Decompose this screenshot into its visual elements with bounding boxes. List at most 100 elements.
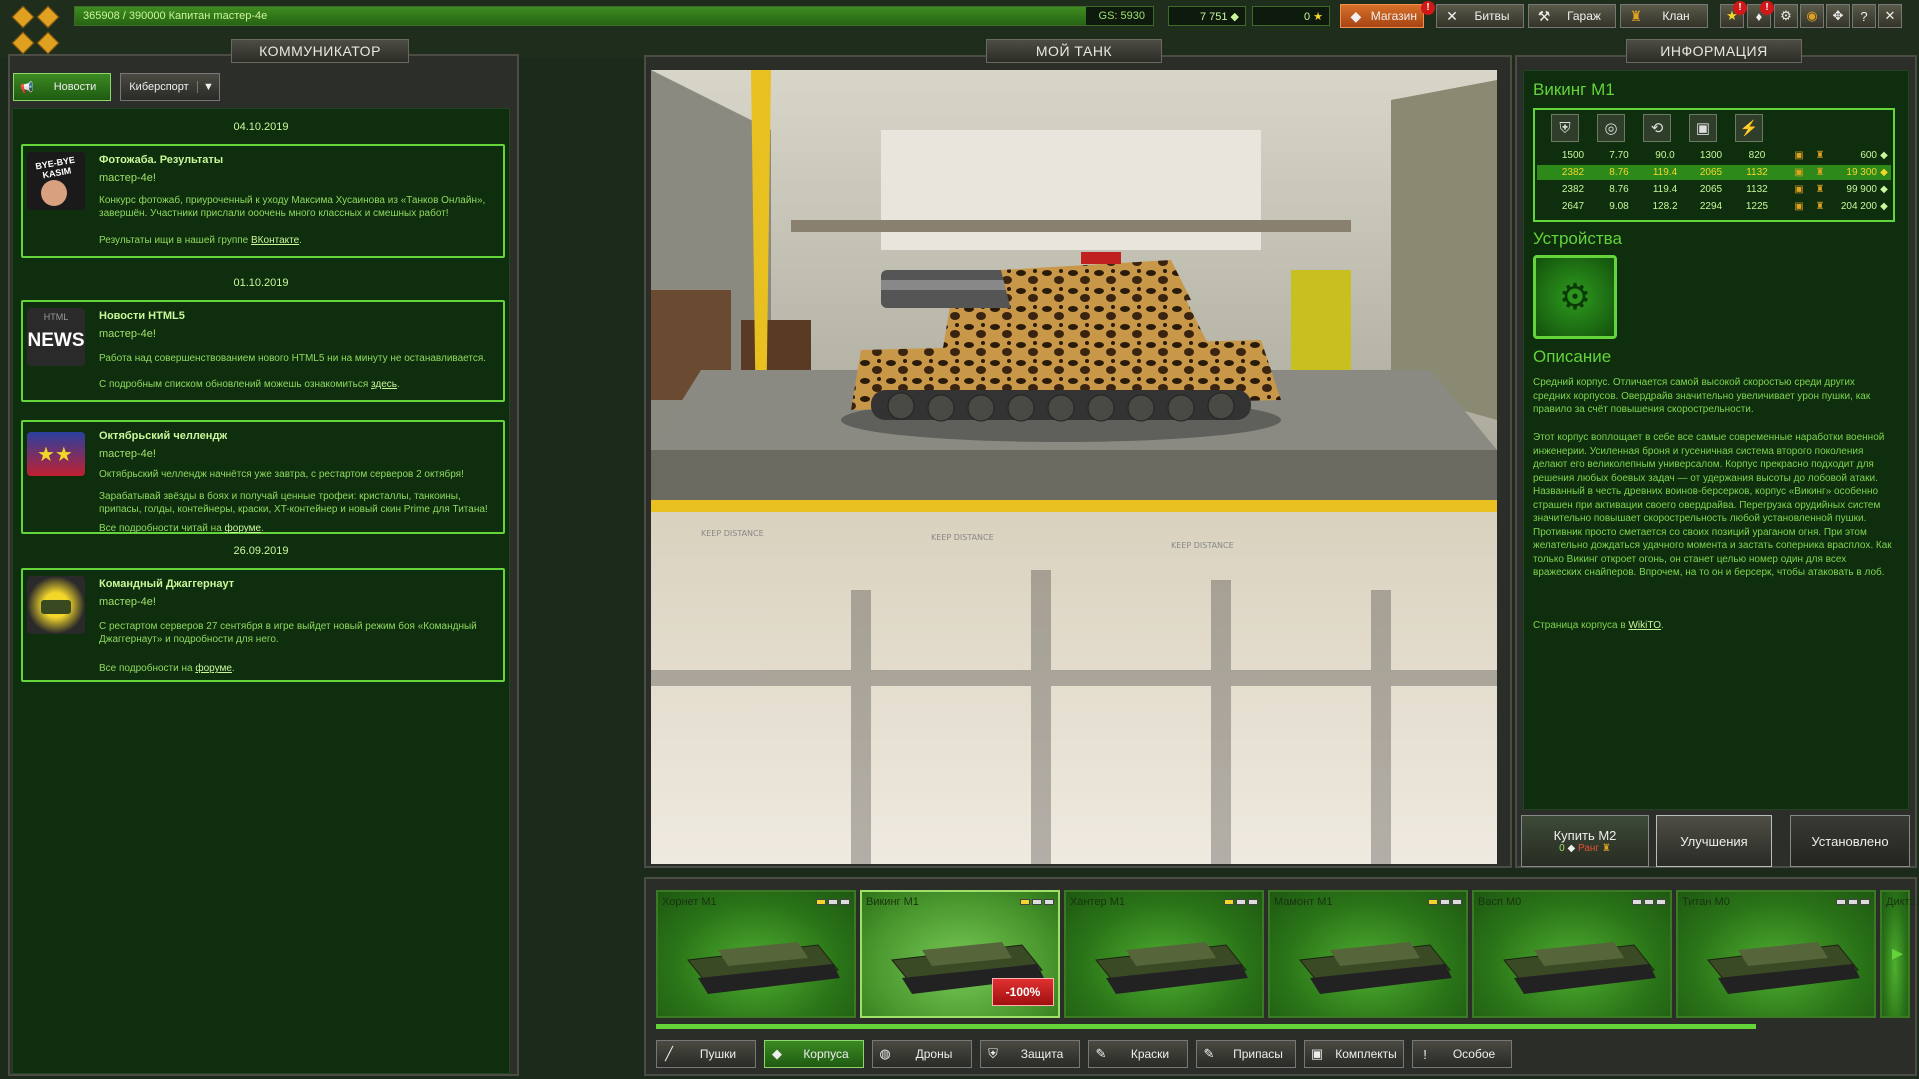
stat-value: 128.2 xyxy=(1652,201,1678,212)
battles-button[interactable]: ✕ Битвы xyxy=(1436,4,1524,28)
tab-gun[interactable]: ╱ Пушки xyxy=(656,1040,756,1068)
crystal-icon: ◆ xyxy=(1880,150,1888,161)
level-pip xyxy=(1836,899,1846,905)
news-item[interactable]: BYE-BYE KASIM Фотожаба. Результаты mасте… xyxy=(21,144,505,258)
tab-special[interactable]: ! Особое xyxy=(1412,1040,1512,1068)
level-pip xyxy=(1236,899,1246,905)
news-text: Все подробности читай на форуме. xyxy=(99,522,499,535)
news-author: mастер-4е! xyxy=(99,596,156,608)
modification-level-indicator xyxy=(1428,899,1462,905)
face-icon xyxy=(41,180,67,206)
shop-alert-badge: ! xyxy=(1421,1,1435,15)
hull-card[interactable]: Мамонт М1 xyxy=(1268,890,1468,1018)
news-text: С рестартом серверов 27 сентября в игре … xyxy=(99,621,477,645)
crystals-counter[interactable]: 7 751 ◆ xyxy=(1168,6,1246,26)
modification-level-indicator xyxy=(1020,899,1054,905)
scrollbar-thumb[interactable] xyxy=(656,1024,1756,1029)
floor-marking: KEEP DISTANCE xyxy=(1171,541,1234,550)
info-title: ИНФОРМАЦИЯ xyxy=(1626,39,1802,63)
settings-gear-icon[interactable]: ⚙ xyxy=(1774,4,1798,28)
hull-card[interactable]: Хорнет М1 xyxy=(656,890,856,1018)
news-item[interactable]: Командный Джаггернаут mастер-4е! С реста… xyxy=(21,568,505,682)
hull-card[interactable]: Васп М0 xyxy=(1472,890,1672,1018)
modification-level-indicator xyxy=(1224,899,1258,905)
wiki-line: Страница корпуса в WikiTO. xyxy=(1533,619,1893,633)
stars-counter[interactable]: 0 ★ xyxy=(1252,6,1330,26)
news-text-part: Все подробности читай на xyxy=(99,523,222,534)
tab-supplies[interactable]: ✎ Припасы xyxy=(1196,1040,1296,1068)
level-pip xyxy=(816,899,826,905)
hull-card[interactable]: Титан М0 xyxy=(1676,890,1876,1018)
tab-shield[interactable]: ⛨ Защита xyxy=(980,1040,1080,1068)
garage-3d-viewport[interactable]: KEEP DISTANCE KEEP DISTANCE KEEP DISTANC… xyxy=(651,70,1497,864)
shop-button[interactable]: ◆ Магазин xyxy=(1340,4,1424,28)
tab-kits[interactable]: ▣ Комплекты xyxy=(1304,1040,1404,1068)
hull-card-name: Дикта xyxy=(1886,896,1916,908)
paint-icon: ✎ xyxy=(1095,1046,1107,1061)
yellow-door xyxy=(1291,270,1351,370)
vk-link[interactable]: ВКонтакте xyxy=(251,235,299,246)
scroll-right-icon[interactable]: ▸ xyxy=(1892,940,1908,970)
level-pip xyxy=(1644,899,1654,905)
description-title: Описание xyxy=(1533,347,1612,366)
upgrade-price: 19 300 xyxy=(1846,167,1877,178)
stat-value: 90.0 xyxy=(1655,150,1675,161)
crossed-swords-icon: ✕ xyxy=(1446,7,1458,24)
description-text: Этот корпус воплощает в себе все самые с… xyxy=(1533,432,1892,578)
chevron-down-icon[interactable]: ▼ xyxy=(197,81,219,93)
stat-value: 2065 xyxy=(1699,167,1723,178)
news-author: mастер-4е! xyxy=(99,448,156,460)
crystal-icon: ◆ xyxy=(1880,167,1888,178)
hull-card[interactable]: Викинг М1 -100% xyxy=(860,890,1060,1018)
level-pip xyxy=(1860,899,1870,905)
news-date: 04.10.2019 xyxy=(233,121,289,133)
upgrades-button[interactable]: Улучшения xyxy=(1656,815,1772,867)
tab-hull[interactable]: ◆ Корпуса xyxy=(764,1040,864,1068)
power-icon: ⚡ xyxy=(1735,114,1763,142)
shop-label: Магазин xyxy=(1370,9,1417,23)
garage-button[interactable]: ⚒ Гараж xyxy=(1528,4,1616,28)
modification-level-indicator xyxy=(1836,899,1870,905)
hull-card-name: Титан М0 xyxy=(1682,896,1730,908)
news-date: 01.10.2019 xyxy=(233,277,289,289)
level-pip xyxy=(1224,899,1234,905)
tab-esports[interactable]: Киберспорт ▼ xyxy=(120,73,220,101)
tab-paint[interactable]: ✎ Краски xyxy=(1088,1040,1188,1068)
help-icon[interactable]: ? xyxy=(1852,4,1876,28)
stat-value: 8.76 xyxy=(1609,184,1629,195)
forum-link[interactable]: форуме xyxy=(225,523,262,534)
supplies-icon: ✎ xyxy=(1203,1046,1215,1061)
wiki-link[interactable]: WikiTO xyxy=(1628,620,1661,631)
news-title: Командный Джаггернаут xyxy=(99,578,235,590)
installed-button[interactable]: Установлено xyxy=(1790,815,1910,867)
garage-scene: KEEP DISTANCE KEEP DISTANCE KEEP DISTANC… xyxy=(651,70,1497,864)
hull-card-name: Хантер М1 xyxy=(1070,896,1126,908)
star-icon: ★★ xyxy=(37,444,73,466)
forum-link[interactable]: форуме xyxy=(195,663,232,674)
close-icon[interactable]: ✕ xyxy=(1878,4,1902,28)
horizontal-scrollbar[interactable] xyxy=(656,1024,1756,1029)
kit-icon: ▣ xyxy=(1794,184,1804,195)
hull-card[interactable]: Хантер М1 xyxy=(1064,890,1264,1018)
details-link[interactable]: здесь xyxy=(371,379,397,390)
news-title: Новости HTML5 xyxy=(99,310,185,322)
crystal-icon: ◆ xyxy=(1230,11,1239,23)
sound-icon[interactable]: ◉ xyxy=(1800,4,1824,28)
news-text-part: Результаты ищи в нашей группе xyxy=(99,235,249,246)
fullscreen-icon[interactable]: ✥ xyxy=(1826,4,1850,28)
buy-m2-button[interactable]: Купить М2 0 ◆ Ранг ♜ xyxy=(1521,815,1649,867)
news-item[interactable]: ★★ Октябрьский челлендж mастер-4е! Октяб… xyxy=(21,420,505,534)
buy-rank: Ранг xyxy=(1578,843,1600,854)
device-slot[interactable]: ⚙ xyxy=(1533,255,1617,339)
news-thumbnail: ★★ xyxy=(27,432,85,476)
clan-button[interactable]: ♜ Клан xyxy=(1620,4,1708,28)
category-label: Припасы xyxy=(1233,1047,1283,1061)
gear-score: GS: 5930 xyxy=(1098,10,1145,22)
tab-drone[interactable]: ◍ Дроны xyxy=(872,1040,972,1068)
news-item[interactable]: HTML NEWS Новости HTML5 mастер-4е! Работ… xyxy=(21,300,505,402)
level-pip xyxy=(1452,899,1462,905)
news-feed[interactable]: 04.10.2019 BYE-BYE KASIM Фотожаба. Резул… xyxy=(12,108,510,1074)
tab-news[interactable]: 📢 Новости xyxy=(13,73,111,101)
category-label: Дроны xyxy=(915,1047,953,1061)
balcony xyxy=(791,220,1351,232)
